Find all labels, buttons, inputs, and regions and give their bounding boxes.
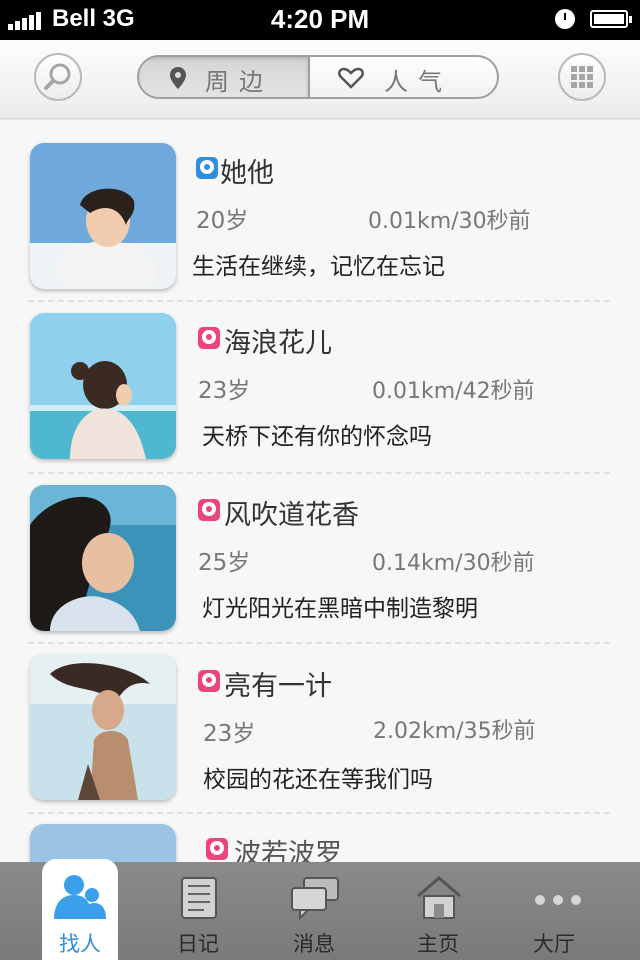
tab-lobby[interactable]: 大厅 [490,862,618,960]
user-distance-time: 2.02km/35秒前 [373,719,536,744]
user-distance-time: 0.01km/42秒前 [372,379,535,404]
row-divider [28,472,610,474]
gender-male-icon [196,157,218,179]
user-name: 波若波罗 [234,839,342,862]
row-divider [28,812,610,814]
user-signature: 天桥下还有你的怀念吗 [202,424,432,450]
tab-home-label: 主页 [417,932,459,956]
notebook-icon [181,877,217,919]
tab-popular-label: 人气 [384,68,452,96]
tab-nearby[interactable]: 周边 [139,57,310,97]
avatar [30,313,176,459]
top-nav-bar: 周边 人气 [0,40,640,119]
avatar [30,824,176,862]
user-name: 风吹道花香 [224,500,359,531]
user-age: 20岁 [196,208,249,234]
location-pin-icon [170,67,186,89]
user-signature: 生活在继续，记忆在忘记 [192,254,445,280]
tab-messages-label: 消息 [293,932,335,956]
user-name: 她他 [220,158,274,189]
user-age: 23岁 [198,378,251,404]
user-signature: 校园的花还在等我们吗 [203,767,433,793]
tab-diary-label: 日记 [177,932,219,956]
gender-female-icon [198,327,220,349]
user-distance-time: 0.01km/30秒前 [368,209,531,234]
battery-icon [590,10,632,28]
list-item[interactable]: 波若波罗 [0,812,640,862]
tab-diary[interactable]: 日记 [134,862,262,960]
user-age: 25岁 [198,550,251,576]
user-distance-time: 0.14km/30秒前 [372,551,535,576]
avatar [30,654,176,800]
gender-female-icon [206,838,228,860]
search-button[interactable] [34,53,82,101]
avatar [30,485,176,631]
user-name: 海浪花儿 [224,328,332,359]
row-divider [28,642,610,644]
list-item[interactable]: 她他 20岁 0.01km/30秒前 生活在继续，记忆在忘记 [0,120,640,290]
home-icon [417,876,461,919]
nearby-user-list: 她他 20岁 0.01km/30秒前 生活在继续，记忆在忘记 海浪花儿 23岁 … [0,120,640,862]
tab-lobby-label: 大厅 [533,932,575,956]
tab-popular[interactable]: 人气 [310,57,479,97]
list-item[interactable]: 海浪花儿 23岁 0.01km/42秒前 天桥下还有你的怀念吗 [0,300,640,470]
user-name: 亮有一计 [224,671,332,702]
status-bar: Bell 3G 4:20 PM [0,0,640,40]
tab-nearby-label: 周边 [205,68,273,96]
grid-icon [571,66,593,88]
grid-view-button[interactable] [558,53,606,101]
clock-time: 4:20 PM [270,4,370,34]
more-dots-icon [535,895,581,905]
tab-find-people-label: 找人 [59,932,101,956]
list-item[interactable]: 风吹道花香 25岁 0.14km/30秒前 灯光阳光在黑暗中制造黎明 [0,472,640,642]
filter-segmented-control: 周边 人气 [137,55,499,99]
people-icon [54,875,106,919]
tab-home[interactable]: 主页 [374,862,502,960]
user-signature: 灯光阳光在黑暗中制造黎明 [202,596,478,622]
user-age: 23岁 [203,721,256,747]
search-icon [44,63,71,90]
list-item[interactable]: 亮有一计 23岁 2.02km/35秒前 校园的花还在等我们吗 [0,642,640,812]
tab-find-people[interactable]: 找人 [42,859,118,960]
row-divider [28,300,610,302]
alarm-clock-icon [555,9,575,29]
gender-female-icon [198,499,220,521]
tab-messages[interactable]: 消息 [250,862,378,960]
chat-bubbles-icon [291,877,339,921]
heart-icon [338,67,364,89]
bottom-tab-bar: 找人 日记 消息 主页 大厅 [0,859,640,960]
gender-female-icon [198,670,220,692]
avatar [30,143,176,289]
